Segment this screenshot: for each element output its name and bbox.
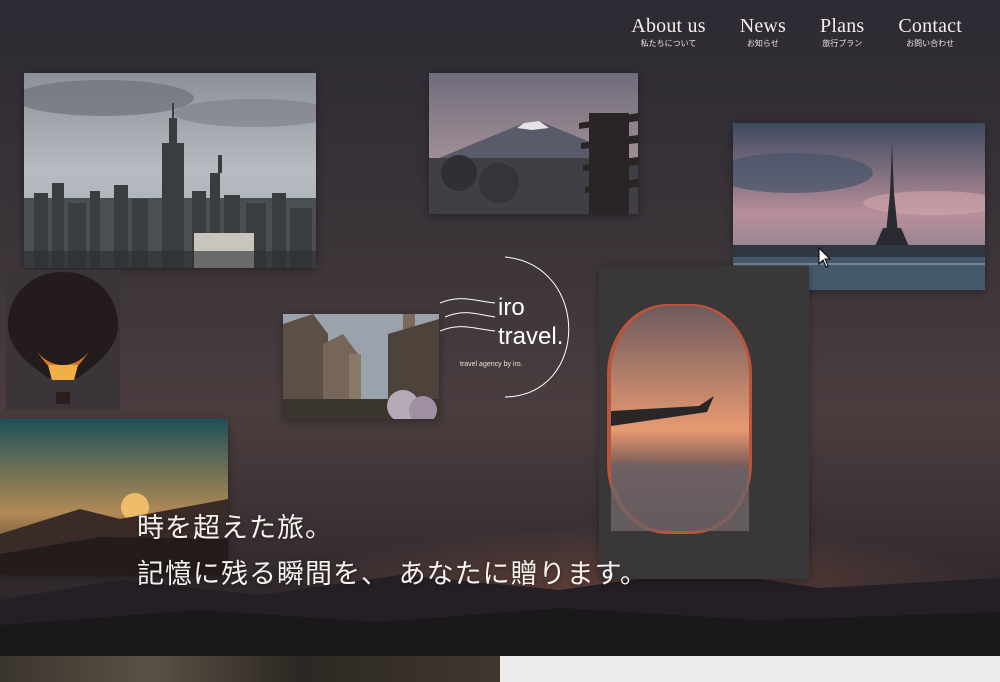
new-york-skyline-photo: [24, 73, 316, 268]
mount-fuji-pagoda-photo: [429, 73, 638, 214]
logo-wordmark: iro travel.: [498, 293, 563, 351]
nav-contact-label: Contact: [898, 15, 962, 37]
nav-about-us-label: About us: [631, 15, 706, 37]
nav-about-us-sublabel: 私たちについて: [640, 39, 697, 48]
iro-travel-logo[interactable]: iro travel. travel agency by iro.: [440, 255, 590, 405]
nav-news-label: News: [739, 15, 787, 37]
nav-contact[interactable]: Contact お問い合わせ: [898, 14, 962, 50]
main-nav: About us 私たちについて News お知らせ Plans 旅行プラン C…: [631, 14, 962, 50]
logo-line1: iro: [498, 294, 525, 321]
nav-plans[interactable]: Plans 旅行プラン: [820, 14, 864, 50]
next-section-image: [0, 656, 500, 682]
logo-line2: travel.: [498, 323, 564, 350]
nav-plans-sublabel: 旅行プラン: [822, 39, 863, 48]
hero-line2: 記憶に残る瞬間を、 あなたに贈ります。: [137, 559, 648, 590]
hero-line1: 時を超えた旅。: [137, 513, 333, 544]
hero-copy: 時を超えた旅。 記憶に残る瞬間を、 あなたに贈ります。: [137, 506, 648, 598]
nav-plans-label: Plans: [820, 15, 865, 37]
old-town-street-photo: [283, 314, 439, 419]
nav-contact-sublabel: お問い合わせ: [906, 39, 955, 48]
nav-news[interactable]: News お知らせ: [740, 14, 786, 50]
next-section-panel: [500, 656, 1000, 682]
nav-about-us[interactable]: About us 私たちについて: [631, 14, 705, 50]
hot-air-balloon-photo: [6, 270, 120, 410]
nav-news-sublabel: お知らせ: [746, 39, 779, 48]
logo-tagline: travel agency by iro.: [460, 361, 523, 368]
eiffel-tower-photo: [733, 123, 985, 290]
mouse-cursor-icon: [818, 247, 832, 268]
